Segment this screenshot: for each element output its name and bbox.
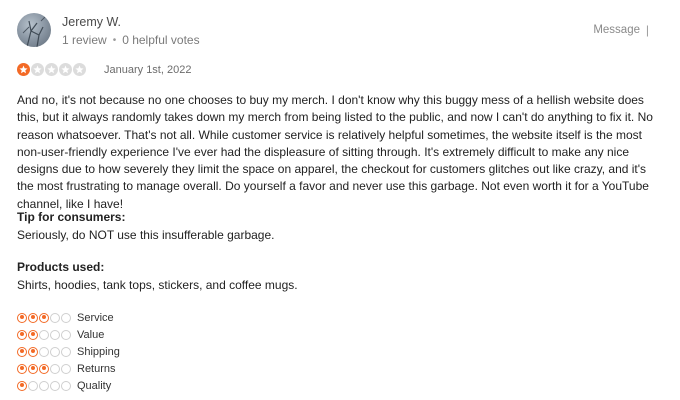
- sub-rating-label: Quality: [77, 379, 112, 392]
- sub-rating-bubbles: [17, 312, 73, 323]
- star-empty-icon: [45, 63, 58, 76]
- review-count: 1 review: [62, 33, 107, 47]
- rating-bubble-empty-icon: [50, 363, 60, 374]
- rating-bubble-empty-icon: [39, 380, 49, 391]
- avatar[interactable]: [17, 13, 51, 47]
- sub-rating-service: Service: [17, 309, 120, 326]
- rating-bubble-empty-icon: [61, 329, 71, 340]
- sub-rating-label: Shipping: [77, 345, 120, 358]
- tip-label: Tip for consumers:: [17, 210, 126, 224]
- star-empty-icon: [59, 63, 72, 76]
- rating-bubble-filled-icon: [28, 312, 38, 323]
- sub-rating-label: Returns: [77, 362, 116, 375]
- sub-rating-returns: Returns: [17, 360, 120, 377]
- sub-rating-shipping: Shipping: [17, 343, 120, 360]
- rating-bubble-empty-icon: [50, 380, 60, 391]
- action-divider: |: [645, 23, 649, 37]
- rating-bubble-filled-icon: [28, 363, 38, 374]
- rating-bubble-filled-icon: [39, 312, 49, 323]
- rating-bubble-empty-icon: [39, 329, 49, 340]
- rating-bubble-empty-icon: [61, 380, 71, 391]
- review-date: January 1st, 2022: [104, 64, 192, 76]
- sub-rating-bubbles: [17, 346, 73, 357]
- star-empty-icon: [31, 63, 44, 76]
- star-empty-icon: [73, 63, 86, 76]
- products-text: Shirts, hoodies, tank tops, stickers, an…: [17, 278, 298, 292]
- sub-rating-label: Value: [77, 328, 105, 341]
- review-star-rating: [17, 63, 86, 76]
- sub-rating-label: Service: [77, 311, 114, 324]
- rating-bubble-empty-icon: [61, 346, 71, 357]
- rating-bubble-filled-icon: [39, 363, 49, 374]
- rating-bubble-filled-icon: [17, 363, 27, 374]
- rating-bubble-empty-icon: [50, 329, 60, 340]
- separator-dot: •: [112, 35, 117, 46]
- rating-bubble-filled-icon: [17, 312, 27, 323]
- review-card: Jeremy W. 1 review • 0 helpful votes Messa…: [0, 0, 680, 400]
- rating-bubble-empty-icon: [28, 380, 38, 391]
- rating-bubble-filled-icon: [17, 329, 27, 340]
- message-button[interactable]: Message: [593, 24, 640, 36]
- helpful-votes: 0 helpful votes: [122, 33, 200, 47]
- star-filled-icon: [17, 63, 30, 76]
- products-label: Products used:: [17, 260, 105, 274]
- tip-text: Seriously, do NOT use this insufferable …: [17, 228, 275, 242]
- rating-bubble-empty-icon: [50, 312, 60, 323]
- rating-bubble-filled-icon: [28, 329, 38, 340]
- rating-bubble-filled-icon: [17, 380, 27, 391]
- sub-rating-quality: Quality: [17, 377, 120, 394]
- sub-ratings-list: Service Value Shipping Returns Quality: [17, 309, 120, 394]
- rating-bubble-empty-icon: [39, 346, 49, 357]
- sub-rating-bubbles: [17, 363, 73, 374]
- review-body: And no, it's not because no one chooses …: [17, 93, 653, 211]
- rating-bubble-empty-icon: [61, 312, 71, 323]
- sub-rating-bubbles: [17, 329, 73, 340]
- sub-rating-value: Value: [17, 326, 120, 343]
- rating-bubble-filled-icon: [17, 346, 27, 357]
- author-name[interactable]: Jeremy W.: [62, 15, 121, 29]
- rating-bubble-empty-icon: [50, 346, 60, 357]
- author-stats: 1 review • 0 helpful votes: [62, 33, 200, 47]
- rating-bubble-empty-icon: [61, 363, 71, 374]
- sub-rating-bubbles: [17, 380, 73, 391]
- rating-bubble-filled-icon: [28, 346, 38, 357]
